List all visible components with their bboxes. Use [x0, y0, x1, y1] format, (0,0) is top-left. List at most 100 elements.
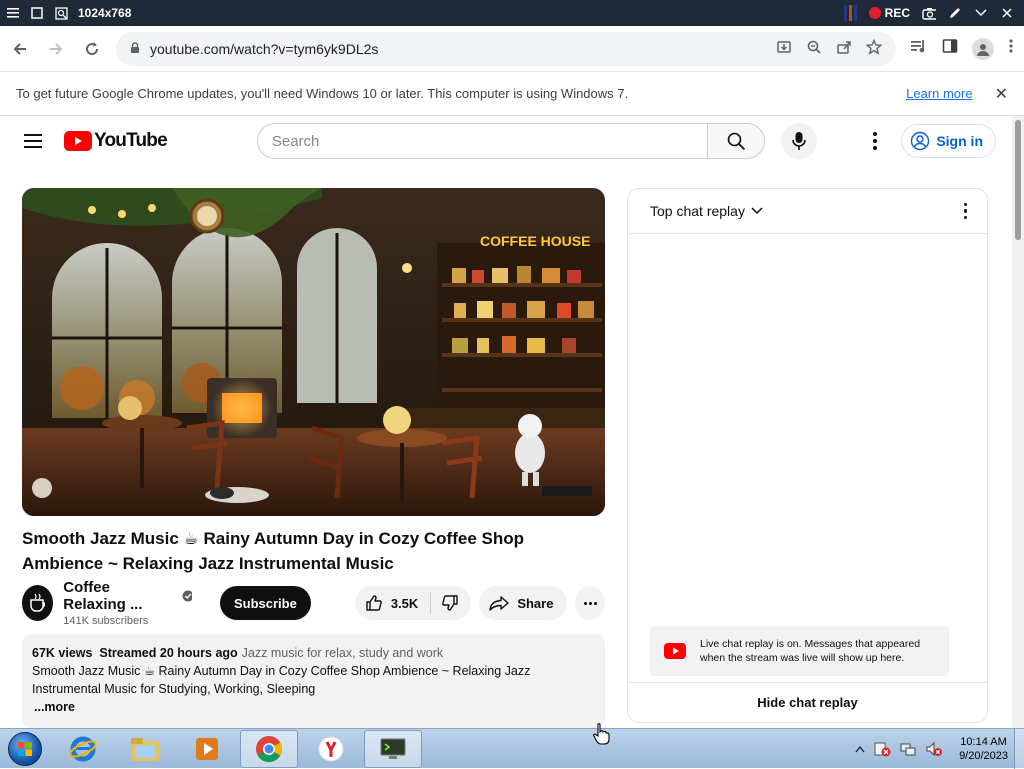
system-tray: 10:14 AM 9/20/2023 [855, 735, 1014, 763]
scrollbar-thumb[interactable] [1015, 120, 1021, 240]
coffee-house-sign: COFFEE HOUSE [480, 233, 590, 249]
back-button[interactable] [4, 33, 36, 65]
account-circle-icon [911, 131, 930, 151]
close-icon[interactable] [1000, 6, 1014, 20]
collapse-icon[interactable] [974, 6, 988, 20]
chrome-taskbar-item[interactable] [240, 729, 298, 768]
lock-icon[interactable] [130, 41, 140, 57]
action-center-icon[interactable] [873, 741, 891, 757]
page-scrollbar[interactable] [1012, 116, 1024, 728]
url-text[interactable]: youtube.com/watch?v=tym6yk9DL2s [150, 41, 378, 57]
description-meta: 67K views Streamed 20 hours ago Jazz musi… [32, 644, 595, 662]
clock-date: 9/20/2023 [959, 749, 1008, 762]
chat-replay-panel: Top chat replay Live chat replay is on. … [627, 188, 988, 723]
terminal-monitor-icon [380, 738, 406, 759]
camera-icon[interactable] [922, 6, 936, 20]
install-icon[interactable] [776, 39, 792, 58]
channel-avatar[interactable] [22, 585, 54, 621]
infobar-close-icon[interactable]: ✕ [995, 84, 1008, 104]
youtube-logo[interactable]: YouTube [64, 130, 168, 152]
chat-notice-text: Live chat replay is on. Messages that ap… [700, 638, 921, 664]
record-button[interactable]: REC [868, 6, 910, 20]
video-title: Smooth Jazz Music ☕ Rainy Autumn Day in … [22, 529, 524, 573]
channel-name[interactable]: Coffee Relaxing ... [63, 579, 192, 613]
profile-avatar[interactable] [972, 37, 994, 60]
zoom-icon[interactable] [806, 39, 822, 58]
chat-header: Top chat replay [628, 189, 987, 234]
pencil-icon[interactable] [948, 6, 962, 20]
subscribe-button[interactable]: Subscribe [219, 586, 311, 620]
window-icon[interactable] [30, 6, 44, 20]
share-page-icon[interactable] [836, 39, 852, 58]
stream-date: Streamed 20 hours ago [99, 646, 238, 660]
chat-mode-selector[interactable]: Top chat replay [650, 203, 745, 219]
bookmark-star-icon[interactable] [865, 38, 883, 58]
chat-menu-icon[interactable] [963, 202, 967, 220]
description-tags[interactable]: Jazz music for relax, study and work [242, 646, 443, 660]
video-player[interactable]: COFFEE HOUSE [22, 188, 605, 516]
chat-replay-notice: Live chat replay is on. Messages that ap… [650, 626, 949, 676]
youtube-play-icon [664, 643, 686, 659]
file-explorer-taskbar-item[interactable] [116, 730, 174, 768]
media-player-taskbar-item[interactable] [178, 730, 236, 768]
share-button[interactable]: Share [479, 586, 568, 620]
person-icon [977, 43, 989, 56]
dislike-button[interactable] [431, 594, 471, 612]
like-button[interactable]: 3.5K [355, 592, 432, 614]
yandex-icon [318, 736, 344, 761]
sign-in-button[interactable]: Sign in [901, 124, 996, 158]
microphone-icon [792, 132, 806, 150]
remote-viewer-toolbar: 1024x768 REC [0, 0, 1024, 26]
address-bar[interactable]: youtube.com/watch?v=tym6yk9DL2s [116, 31, 896, 66]
reload-button[interactable] [76, 33, 108, 65]
start-button[interactable] [0, 729, 50, 769]
description-text: Smooth Jazz Music ☕ Rainy Autumn Day in … [32, 664, 531, 696]
show-desktop-button[interactable] [1014, 728, 1024, 769]
share-label: Share [517, 595, 554, 611]
folder-icon [131, 737, 159, 761]
clock[interactable]: 10:14 AM 9/20/2023 [959, 735, 1008, 763]
side-panel-icon[interactable] [942, 38, 958, 59]
subscriber-count: 141K subscribers [63, 615, 149, 627]
record-dot-icon [868, 7, 881, 19]
update-infobar: To get future Google Chrome updates, you… [0, 72, 1024, 116]
hide-chat-replay-button[interactable]: Hide chat replay [628, 682, 987, 722]
like-count: 3.5K [390, 595, 419, 611]
yandex-taskbar-item[interactable] [302, 730, 360, 768]
search-button[interactable] [706, 123, 765, 159]
media-player-icon [196, 737, 218, 760]
resolution-label: 1024x768 [78, 6, 132, 20]
search-input[interactable]: Search [256, 123, 707, 159]
settings-menu-icon[interactable] [873, 132, 878, 150]
more-actions-button[interactable] [575, 586, 606, 620]
youtube-header: YouTube Search Sign in [0, 116, 1012, 166]
sign-in-label: Sign in [936, 133, 983, 149]
youtube-wordmark: YouTube [94, 130, 168, 151]
volume-muted-icon[interactable] [925, 741, 943, 757]
terminal-taskbar-item[interactable] [364, 729, 422, 768]
network-icon[interactable] [899, 741, 917, 757]
learn-more-link[interactable]: Learn more [906, 86, 972, 101]
chrome-menu-icon[interactable] [1008, 38, 1014, 59]
forward-button[interactable] [40, 33, 72, 65]
chevron-down-icon[interactable] [751, 207, 763, 215]
show-hidden-icons-icon[interactable] [855, 745, 865, 753]
windows-logo-icon [8, 731, 42, 766]
show-more-button[interactable]: ...more [34, 698, 595, 716]
description-box[interactable]: 67K views Streamed 20 hours ago Jazz musi… [22, 634, 605, 728]
resize-icon[interactable] [54, 6, 68, 20]
hand-cursor-icon [593, 723, 610, 745]
menu-icon[interactable] [6, 6, 20, 20]
channel-name-text[interactable]: Coffee Relaxing ... [63, 579, 175, 613]
media-control-icon[interactable] [910, 38, 928, 59]
view-count: 67K views [32, 646, 93, 660]
guide-menu-icon[interactable] [24, 130, 42, 152]
internet-explorer-taskbar-item[interactable] [54, 730, 112, 768]
verified-icon [182, 590, 192, 602]
voice-search-button[interactable] [780, 123, 817, 159]
play-logo-icon [64, 131, 92, 151]
video-thumbnail: COFFEE HOUSE [22, 188, 605, 516]
search-bar: Search [256, 123, 817, 159]
thumbs-up-icon [366, 595, 382, 611]
channel-info: Coffee Relaxing ... 141K subscribers [63, 579, 192, 627]
